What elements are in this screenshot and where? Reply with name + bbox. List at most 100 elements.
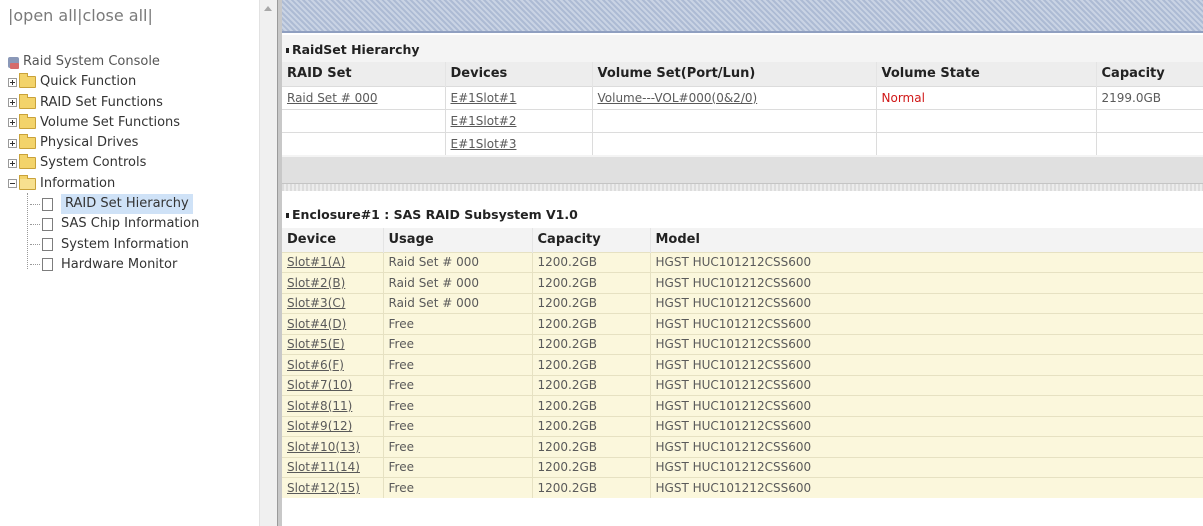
nav-scrollbar[interactable]	[259, 0, 277, 526]
folder-icon	[19, 154, 36, 170]
tree-folder-system-controls[interactable]: System Controls	[8, 153, 199, 173]
model-cell: HGST HUC101212CSS600	[650, 251, 1203, 273]
expand-icon[interactable]	[8, 77, 17, 87]
capacity-cell: 1200.2GB	[532, 477, 651, 498]
tree-folder-physical-drives[interactable]: Physical Drives	[8, 133, 199, 153]
slot-link[interactable]: Slot#8(11)	[287, 399, 352, 413]
capacity-cell: 1200.2GB	[532, 333, 651, 355]
capacity-cell: 1200.2GB	[532, 292, 651, 314]
table-row: Slot#8(11) Free 1200.2GB HGST HUC101212CSS6…	[282, 395, 1203, 416]
expand-icon[interactable]	[8, 158, 17, 168]
column-header: Capacity	[532, 228, 651, 252]
slot-link[interactable]: Slot#6(F)	[287, 358, 344, 372]
tree-folder-raid-set-functions[interactable]: RAID Set Functions	[8, 93, 199, 113]
device-link[interactable]: E#1Slot#2	[451, 114, 517, 128]
table-row: Slot#3(C) Raid Set # 000 1200.2GB HGST HUC1…	[282, 292, 1203, 314]
tree-item-label: System Information	[61, 236, 189, 252]
volume-set-link[interactable]: Volume---VOL#000(0&2/0)	[598, 91, 758, 105]
table-row: Slot#2(B) Raid Set # 000 1200.2GB HGST HUC1…	[282, 272, 1203, 293]
folder-icon	[19, 113, 36, 129]
model-cell: HGST HUC101212CSS600	[650, 415, 1203, 437]
table-row: Raid Set # 000 E#1Slot#1 Volume---VOL#00…	[282, 85, 1203, 109]
content-pane: RaidSet Hierarchy RAID Set Devices Volum…	[282, 0, 1203, 526]
model-cell: HGST HUC101212CSS600	[650, 333, 1203, 355]
tree-item-label: Hardware Monitor	[61, 256, 178, 272]
page-icon	[42, 197, 53, 211]
tree-item-sas-chip-information[interactable]: SAS Chip Information	[8, 214, 199, 234]
capacity-cell: 1200.2GB	[532, 272, 651, 293]
tree-root-console[interactable]: Raid System Console	[8, 52, 199, 72]
usage-cell: Raid Set # 000	[383, 251, 533, 273]
column-header: Usage	[383, 228, 533, 252]
table-row: E#1Slot#3	[282, 131, 1203, 155]
model-cell: HGST HUC101212CSS600	[650, 354, 1203, 375]
tree-item-raid-set-hierarchy[interactable]: RAID Set Hierarchy	[8, 194, 199, 215]
panel-footer	[282, 157, 1203, 183]
device-link[interactable]: E#1Slot#3	[451, 137, 517, 151]
capacity-cell: 1200.2GB	[532, 456, 651, 478]
usage-cell: Free	[383, 415, 533, 437]
table-row: E#1Slot#2	[282, 108, 1203, 132]
model-cell: HGST HUC101212CSS600	[650, 292, 1203, 314]
open-all-link[interactable]: open all	[13, 6, 77, 25]
expand-icon[interactable]	[8, 118, 17, 128]
capacity-cell: 1200.2GB	[532, 374, 651, 396]
slot-link[interactable]: Slot#5(E)	[287, 337, 345, 351]
capacity-cell: 1200.2GB	[532, 415, 651, 437]
table-row: Slot#1(A) Raid Set # 000 1200.2GB HGST HUC1…	[282, 251, 1203, 273]
column-header: Model	[650, 228, 1203, 252]
slot-link[interactable]: Slot#3(C)	[287, 296, 345, 310]
tree-item-system-information[interactable]: System Information	[8, 235, 199, 255]
column-header: Volume State	[876, 62, 1097, 86]
navigation-tree: Raid System Console Quick Function RAID …	[8, 52, 199, 275]
slot-link[interactable]: Slot#2(B)	[287, 276, 345, 290]
expand-icon[interactable]	[8, 98, 17, 108]
tree-item-label: RAID Set Hierarchy	[61, 194, 193, 215]
tree-folder-quick-function[interactable]: Quick Function	[8, 72, 199, 92]
column-header: RAID Set	[282, 62, 446, 86]
slot-link[interactable]: Slot#9(12)	[287, 419, 352, 433]
console-icon	[8, 56, 19, 69]
close-all-link[interactable]: close all	[83, 6, 148, 25]
scroll-up-icon[interactable]	[264, 6, 272, 11]
slot-link[interactable]: Slot#10(13)	[287, 440, 360, 454]
raid-set-link[interactable]: Raid Set # 000	[287, 91, 378, 105]
tree-folder-label: Information	[40, 175, 116, 191]
usage-cell: Raid Set # 000	[383, 292, 533, 314]
device-link[interactable]: E#1Slot#1	[451, 91, 517, 105]
model-cell: HGST HUC101212CSS600	[650, 436, 1203, 457]
tree-root-label: Raid System Console	[23, 54, 160, 69]
navigation-pane: |open all|close all| Raid System Console…	[0, 0, 259, 526]
collapse-icon[interactable]	[8, 179, 17, 189]
slot-link[interactable]: Slot#4(D)	[287, 317, 346, 331]
slot-link[interactable]: Slot#11(14)	[287, 460, 360, 474]
raidset-hierarchy-panel: RaidSet Hierarchy RAID Set Devices Volum…	[282, 35, 1203, 183]
usage-cell: Free	[383, 395, 533, 416]
capacity-cell: 2199.0GB	[1096, 85, 1203, 109]
usage-cell: Free	[383, 333, 533, 355]
enclosure-table-body: Slot#1(A) Raid Set # 000 1200.2GB HGST HUC1…	[282, 251, 1203, 498]
enclosure-table: Device Usage Capacity Model Slot#1(A) Rai…	[282, 228, 1203, 498]
capacity-cell: 1200.2GB	[532, 313, 651, 334]
slot-link[interactable]: Slot#1(A)	[287, 255, 345, 269]
tree-folder-information[interactable]: Information	[8, 174, 199, 194]
usage-cell: Free	[383, 456, 533, 478]
expand-icon[interactable]	[8, 138, 17, 148]
usage-cell: Free	[383, 477, 533, 498]
table-row: Slot#12(15) Free 1200.2GB HGST HUC101212CSS…	[282, 477, 1203, 498]
model-cell: HGST HUC101212CSS600	[650, 313, 1203, 334]
table-row: Slot#10(13) Free 1200.2GB HGST HUC101212CSS…	[282, 436, 1203, 457]
column-header: Device	[282, 228, 384, 252]
tree-item-hardware-monitor[interactable]: Hardware Monitor	[8, 255, 199, 275]
slot-link[interactable]: Slot#12(15)	[287, 481, 360, 495]
capacity-cell: 1200.2GB	[532, 354, 651, 375]
header-band	[282, 0, 1203, 33]
model-cell: HGST HUC101212CSS600	[650, 395, 1203, 416]
page-icon	[42, 258, 53, 272]
tree-folder-volume-set-functions[interactable]: Volume Set Functions	[8, 113, 199, 133]
slot-link[interactable]: Slot#7(10)	[287, 378, 352, 392]
model-cell: HGST HUC101212CSS600	[650, 374, 1203, 396]
model-cell: HGST HUC101212CSS600	[650, 477, 1203, 498]
table-row: Slot#6(F) Free 1200.2GB HGST HUC101212CSS60…	[282, 354, 1203, 375]
open-folder-icon	[19, 174, 36, 190]
